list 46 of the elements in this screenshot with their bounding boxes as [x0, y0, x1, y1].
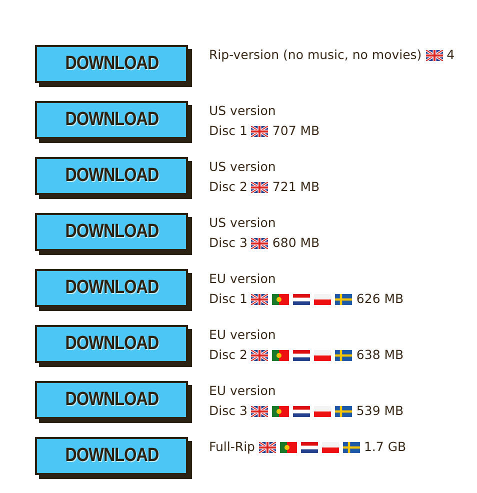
version-label: Disc 2	[209, 178, 248, 196]
version-label: Disc 1	[209, 290, 248, 308]
poland-flag-icon	[314, 350, 332, 360]
file-size: 680 MB	[272, 234, 320, 252]
sweden-flag-icon	[335, 350, 352, 360]
portugal-flag-icon	[272, 294, 290, 304]
file-size: 539 MB	[356, 402, 404, 420]
uk-flag-icon	[251, 238, 268, 248]
sweden-flag-icon	[335, 406, 352, 416]
version-label: EU version	[209, 270, 276, 288]
portugal-flag-icon	[280, 442, 297, 452]
netherlands-flag-icon	[300, 442, 318, 452]
version-label: Rip-version (no music, no movies)	[209, 46, 422, 64]
file-size: 707 MB	[272, 122, 320, 140]
uk-flag-icon	[258, 442, 276, 452]
poland-flag-icon	[314, 406, 332, 416]
version-label: Disc 2	[209, 346, 248, 364]
poland-flag-icon	[314, 294, 332, 304]
sweden-flag-icon	[342, 442, 360, 452]
uk-flag-icon	[251, 126, 268, 136]
version-label: EU version	[209, 326, 276, 344]
version-label: Full-Rip	[209, 438, 255, 456]
file-size: 1.7 GB	[364, 438, 406, 456]
netherlands-flag-icon	[293, 406, 310, 416]
file-size: 638 MB	[356, 346, 404, 364]
version-label: US version	[209, 158, 276, 176]
file-size: 721 MB	[272, 178, 320, 196]
sweden-flag-icon	[335, 294, 352, 304]
netherlands-flag-icon	[293, 350, 310, 360]
version-label: Disc 3	[209, 402, 248, 420]
uk-flag-icon	[251, 406, 268, 416]
version-label: US version	[209, 214, 276, 232]
uk-flag-icon	[251, 350, 268, 360]
version-label: US version	[209, 102, 276, 120]
version-label: Disc 1	[209, 122, 248, 140]
version-label: EU version	[209, 382, 276, 400]
poland-flag-icon	[322, 442, 339, 452]
netherlands-flag-icon	[293, 294, 310, 304]
uk-flag-icon	[251, 182, 268, 192]
uk-flag-icon	[251, 294, 268, 304]
portugal-flag-icon	[272, 406, 290, 416]
file-size: 626 MB	[356, 290, 404, 308]
uk-flag-icon	[426, 50, 443, 60]
version-label: Disc 3	[209, 234, 248, 252]
file-size: 4	[446, 46, 455, 64]
portugal-flag-icon	[272, 350, 290, 360]
